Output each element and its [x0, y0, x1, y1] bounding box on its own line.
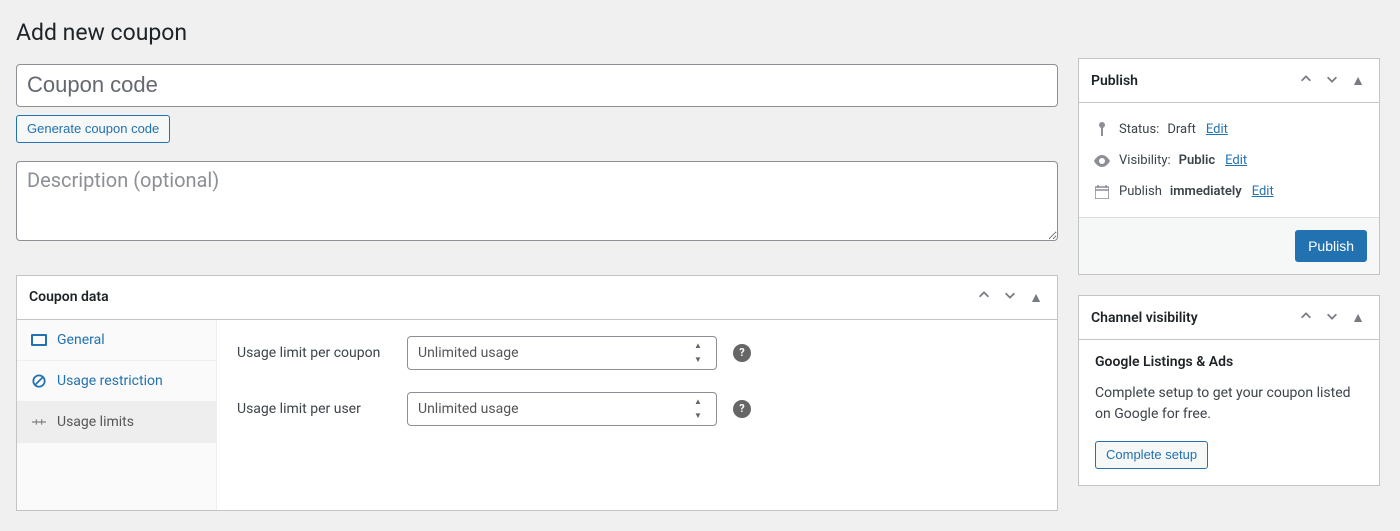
generate-coupon-code-button[interactable]: Generate coupon code: [16, 115, 170, 143]
complete-setup-button[interactable]: Complete setup: [1095, 441, 1208, 469]
tab-general[interactable]: General: [17, 320, 216, 361]
tab-usage-restriction[interactable]: Usage restriction: [17, 361, 216, 402]
visibility-label: Visibility:: [1119, 153, 1171, 168]
input-placeholder: Unlimited usage: [418, 401, 519, 417]
publish-date-row: Publish immediately Edit: [1093, 176, 1365, 207]
sliders-icon: [31, 415, 47, 429]
input-placeholder: Unlimited usage: [418, 345, 519, 361]
status-row: Status: Draft Edit: [1093, 113, 1365, 145]
visibility-row: Visibility: Public Edit: [1093, 145, 1365, 176]
status-label: Status:: [1119, 122, 1159, 137]
channel-heading: Google Listings & Ads: [1095, 352, 1363, 373]
chevron-up-icon[interactable]: [975, 286, 993, 308]
usage-limit-per-coupon-label: Usage limit per coupon: [237, 345, 407, 361]
chevron-down-icon[interactable]: [1001, 286, 1019, 308]
description-textarea[interactable]: [16, 161, 1058, 241]
ban-icon: [31, 374, 47, 388]
chevron-down-icon[interactable]: [1323, 307, 1341, 329]
eye-icon: [1093, 155, 1111, 167]
publish-panel: Publish ▲ Status: Draft: [1078, 58, 1380, 275]
channel-visibility-panel: Channel visibility ▲ Google Listings & A…: [1078, 295, 1380, 486]
edit-status-link[interactable]: Edit: [1206, 122, 1228, 137]
tab-label: Usage limits: [57, 414, 134, 430]
usage-limit-per-coupon-input[interactable]: Unlimited usage ▲▼: [407, 336, 717, 370]
number-stepper-icon[interactable]: ▲▼: [694, 398, 710, 420]
tab-label: Usage restriction: [57, 373, 163, 389]
number-stepper-icon[interactable]: ▲▼: [694, 342, 710, 364]
publish-button[interactable]: Publish: [1295, 230, 1367, 262]
tab-usage-limits[interactable]: Usage limits: [17, 402, 216, 443]
channel-title: Channel visibility: [1091, 310, 1198, 326]
edit-visibility-link[interactable]: Edit: [1225, 153, 1247, 168]
status-value: Draft: [1167, 122, 1196, 137]
ticket-icon: [31, 334, 47, 346]
caret-up-icon[interactable]: ▲: [1349, 70, 1367, 91]
coupon-code-input[interactable]: [16, 64, 1058, 107]
edit-publish-date-link[interactable]: Edit: [1252, 184, 1274, 199]
chevron-up-icon[interactable]: [1297, 307, 1315, 329]
help-icon[interactable]: ?: [733, 344, 751, 362]
coupon-data-title: Coupon data: [29, 289, 109, 305]
pin-icon: [1093, 121, 1111, 137]
help-icon[interactable]: ?: [733, 400, 751, 418]
channel-text: Complete setup to get your coupon listed…: [1095, 383, 1363, 425]
publish-date-label: Publish: [1119, 184, 1162, 199]
calendar-icon: [1093, 185, 1111, 199]
usage-limit-per-user-input[interactable]: Unlimited usage ▲▼: [407, 392, 717, 426]
chevron-up-icon[interactable]: [1297, 70, 1315, 92]
caret-up-icon[interactable]: ▲: [1027, 287, 1045, 308]
usage-limit-per-user-label: Usage limit per user: [237, 401, 407, 417]
publish-title: Publish: [1091, 73, 1138, 89]
page-title: Add new coupon: [16, 10, 1058, 50]
chevron-down-icon[interactable]: [1323, 70, 1341, 92]
coupon-data-panel: Coupon data ▲: [16, 275, 1058, 511]
tab-label: General: [57, 332, 105, 348]
publish-date-value: immediately: [1170, 184, 1242, 199]
caret-up-icon[interactable]: ▲: [1349, 307, 1367, 328]
visibility-value: Public: [1179, 153, 1215, 168]
